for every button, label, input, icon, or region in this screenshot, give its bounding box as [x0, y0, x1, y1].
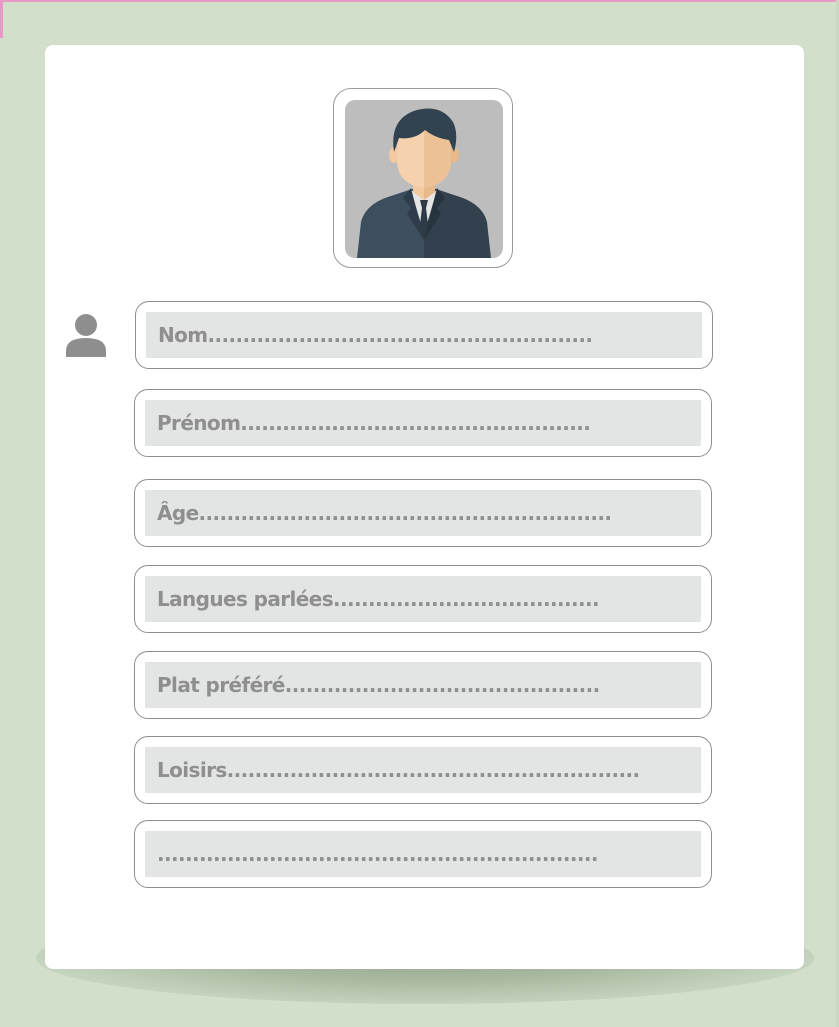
profile-card: Nom.....................................…	[45, 45, 804, 969]
left-accent	[0, 0, 3, 38]
age-field[interactable]: Âge.....................................…	[134, 479, 712, 547]
top-border	[0, 0, 839, 2]
nom-field-fill: Nom.....................................…	[146, 312, 702, 358]
businessman-avatar-icon	[345, 100, 503, 258]
loisirs-field[interactable]: Loisirs.................................…	[134, 736, 712, 804]
nom-label: Nom.....................................…	[158, 323, 593, 347]
age-label: Âge.....................................…	[157, 501, 612, 525]
age-field-fill: Âge.....................................…	[145, 490, 701, 536]
plat-field-fill: Plat préféré............................…	[145, 662, 701, 708]
plat-label: Plat préféré............................…	[157, 673, 600, 697]
nom-field[interactable]: Nom.....................................…	[135, 301, 713, 369]
loisirs-label: Loisirs.................................…	[157, 758, 640, 782]
plat-field[interactable]: Plat préféré............................…	[134, 651, 712, 719]
person-icon	[66, 314, 106, 357]
langues-label: Langues parlées.........................…	[157, 587, 600, 611]
prenom-field[interactable]: Prénom..................................…	[134, 389, 712, 457]
extra-field[interactable]: ........................................…	[134, 820, 712, 888]
extra-label: ........................................…	[157, 842, 598, 866]
prenom-field-fill: Prénom..................................…	[145, 400, 701, 446]
langues-field-fill: Langues parlées.........................…	[145, 576, 701, 622]
langues-field[interactable]: Langues parlées.........................…	[134, 565, 712, 633]
profile-photo-frame	[333, 88, 513, 268]
loisirs-field-fill: Loisirs.................................…	[145, 747, 701, 793]
prenom-label: Prénom..................................…	[157, 411, 591, 435]
extra-field-fill: ........................................…	[145, 831, 701, 877]
